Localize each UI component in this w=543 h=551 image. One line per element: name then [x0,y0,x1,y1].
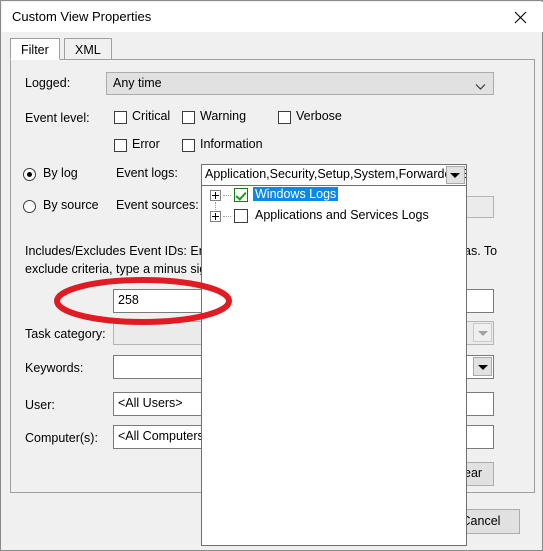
plus-expander-icon[interactable] [210,190,221,201]
checkbox-information[interactable] [182,139,195,152]
event-logs-combobox[interactable]: Application,Security,Setup,System,Forwar… [201,164,467,186]
event-ids-description-line1: Includes/Excludes Event IDs: Enter [25,244,221,258]
tab-xml[interactable]: XML [64,38,112,60]
chevron-down-icon [475,80,486,90]
event-logs-dropdown-arrow-icon[interactable] [446,166,465,184]
checkbox-critical-label: Critical [132,109,171,123]
tree-item-windows-logs[interactable]: Windows Logs [202,186,466,216]
title-bar: Custom View Properties [2,2,543,32]
checkbox-verbose-label: Verbose [296,109,342,123]
keywords-dropdown-arrow-icon[interactable] [473,357,492,376]
tree-item-windows-logs-label: Windows Logs [253,187,339,201]
checkbox-error[interactable] [114,139,127,152]
checkbox-critical[interactable] [114,111,127,124]
tree-item-applications-and-services-logs[interactable]: Applications and Services Logs [202,207,466,226]
user-label: User: [25,398,55,412]
tree-item-applications-and-services-logs-label: Applications and Services Logs [255,208,429,222]
radio-by-log-label: By log [43,166,78,180]
tree-connector [223,216,231,218]
tab-filter-label: Filter [21,43,49,57]
close-icon [514,11,527,24]
radio-by-source-label: By source [43,198,99,212]
logged-combobox[interactable]: Any time [106,72,494,95]
checkbox-unchecked-icon[interactable] [234,209,248,223]
checkbox-warning[interactable] [182,111,195,124]
event-level-label: Event level: [25,111,90,125]
event-ids-description-line2: exclude criteria, type a minus sign [25,262,214,276]
logged-label: Logged: [25,76,71,90]
event-logs-label: Event logs: [116,166,178,180]
logged-value: Any time [113,76,162,90]
tree-connector [223,195,231,197]
keywords-label: Keywords: [25,361,84,375]
window-title: Custom View Properties [12,9,152,24]
event-logs-dropdown-panel: Windows Logs Applications and Services L… [201,179,467,546]
custom-view-properties-dialog: Custom View Properties Filter XML Logged… [0,0,543,551]
task-category-label: Task category: [25,327,106,341]
event-logs-value: Application,Security,Setup,System,Forwar… [205,167,467,181]
close-button[interactable] [498,2,543,32]
radio-by-source[interactable] [23,200,36,213]
plus-expander-icon[interactable] [210,211,221,222]
checkbox-checked-icon[interactable] [234,188,248,202]
radio-by-log[interactable] [23,168,36,181]
tab-xml-label: XML [75,43,101,57]
computers-label: Computer(s): [25,431,98,445]
task-category-dropdown-arrow-icon[interactable] [473,323,492,342]
checkbox-warning-label: Warning [200,109,247,123]
tab-strip: Filter XML [10,38,535,60]
checkbox-verbose[interactable] [278,111,291,124]
event-sources-label: Event sources: [116,198,199,212]
tab-filter[interactable]: Filter [10,38,60,60]
checkbox-information-label: Information [200,137,263,151]
checkbox-error-label: Error [132,137,160,151]
event-ids-description-line1-tail: as. To [464,244,498,258]
